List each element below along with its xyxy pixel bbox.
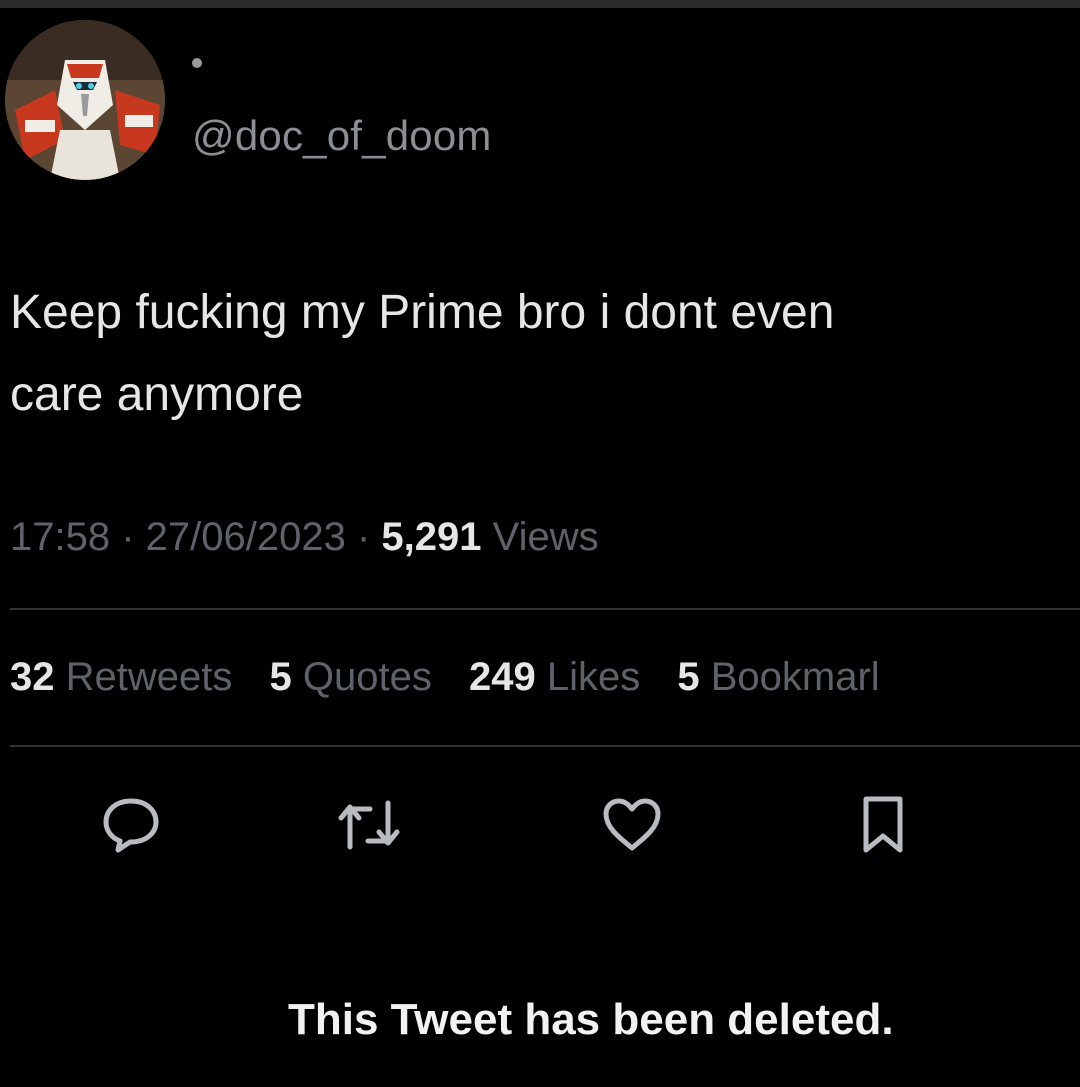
like-icon: [603, 798, 661, 851]
views-label: Views: [492, 515, 599, 559]
reply-button[interactable]: [96, 790, 166, 860]
display-name-dot: [192, 58, 202, 68]
bookmark-button[interactable]: [848, 790, 918, 860]
tweet-meta: 17:58 · 27/06/2023 · 5,291 Views: [10, 515, 599, 559]
engagement-stats: 32 Retweets 5 Quotes 249 Likes 5 Bookmar…: [10, 655, 906, 700]
user-handle[interactable]: @doc_of_doom: [192, 112, 492, 160]
like-button[interactable]: [597, 790, 667, 860]
stat-quotes[interactable]: 5 Quotes: [270, 655, 432, 699]
tweet-date[interactable]: 27/06/2023: [146, 515, 346, 559]
deleted-notice: This Tweet has been deleted.: [288, 995, 894, 1044]
views-count: 5,291: [381, 515, 482, 559]
stat-bookmarks[interactable]: 5 Bookmarl: [677, 655, 879, 699]
divider-bottom: [10, 745, 1080, 747]
divider-top: [10, 608, 1080, 610]
tweet-time[interactable]: 17:58: [10, 515, 110, 559]
stat-retweets[interactable]: 32 Retweets: [10, 655, 232, 699]
tweet-text: Keep fucking my Prime bro i dont even ca…: [10, 272, 1050, 436]
robot-avatar-image: [5, 20, 165, 180]
reply-icon: [103, 798, 159, 853]
avatar[interactable]: [5, 20, 165, 180]
tweet-text-line-2: care anymore: [10, 368, 304, 421]
tweet-text-line-1: Keep fucking my Prime bro i dont even: [10, 286, 835, 339]
retweet-button[interactable]: [334, 790, 404, 860]
top-strip: [0, 0, 1080, 8]
retweet-icon: [338, 800, 400, 850]
bookmark-icon: [863, 796, 903, 853]
stat-likes[interactable]: 249 Likes: [469, 655, 640, 699]
